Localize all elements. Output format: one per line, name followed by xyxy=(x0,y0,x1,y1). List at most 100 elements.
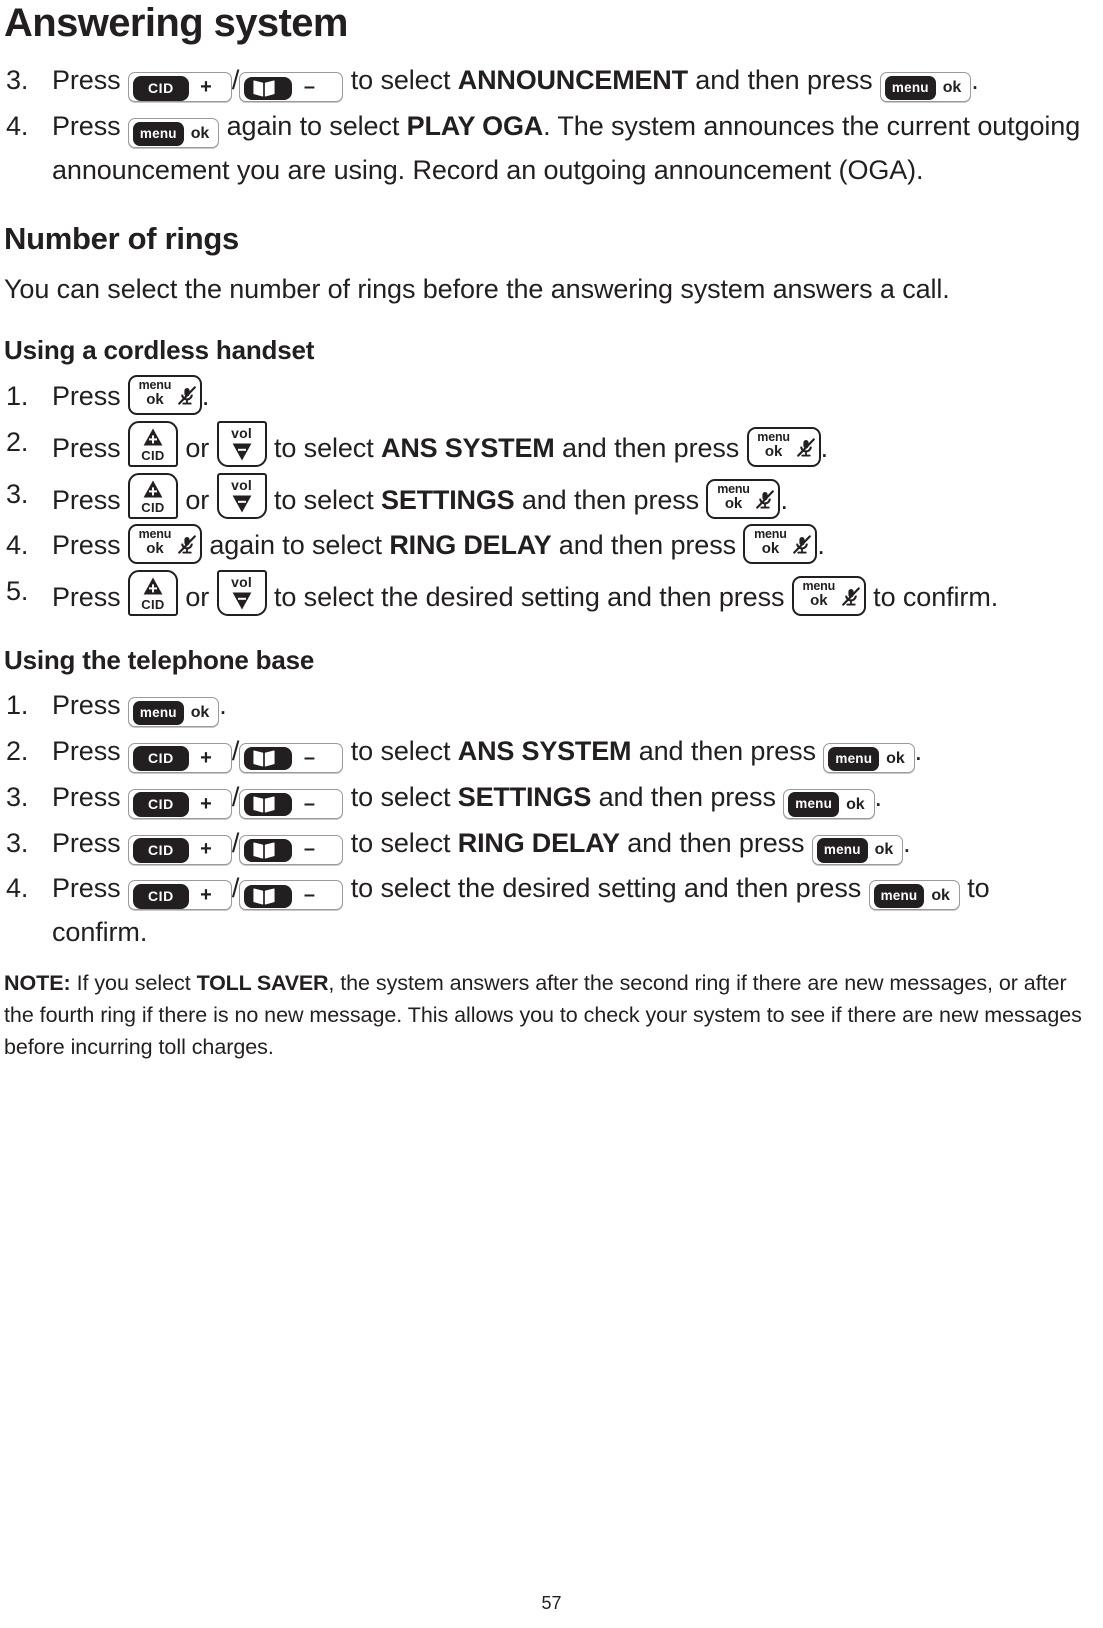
step-text: . xyxy=(914,736,923,767)
mute-icon xyxy=(756,489,775,509)
step-number: 2. xyxy=(6,426,29,457)
handset-menu-ok-mute-key[interactable]: menu ok xyxy=(791,575,866,616)
vol-label: vol xyxy=(231,424,252,441)
step-body: Press menu ok again to select PLAY OGA. T… xyxy=(52,111,1080,185)
step-text: Press xyxy=(52,65,128,96)
handset-vol-down-key[interactable]: vol xyxy=(216,420,267,467)
step-body: Press menu ok. xyxy=(52,375,210,416)
mute-icon xyxy=(841,587,860,606)
minus-sign: – xyxy=(303,76,315,99)
step-text: . xyxy=(817,530,825,561)
instruction-step: 4. Press menu ok again to select RING DELA… xyxy=(4,524,1083,568)
step-text: Press xyxy=(52,110,128,141)
step-text: Press xyxy=(52,381,128,412)
triangle-up-plus-icon xyxy=(143,577,163,595)
ok-label: ok xyxy=(810,592,828,610)
step-text: . xyxy=(903,827,911,858)
step-text: and then press xyxy=(551,530,744,561)
step-number: 3. xyxy=(6,65,29,96)
menu-ok-stack: menu ok xyxy=(711,482,755,512)
step-number: 3. xyxy=(6,478,29,509)
step-number: 2. xyxy=(6,736,29,767)
page-number: 57 xyxy=(541,1593,562,1613)
announcement-steps-list: 3. Press CID + / – to select ANNOUNCEMENT an… xyxy=(4,59,1083,192)
open-book-icon xyxy=(253,888,275,905)
step-text: and then press xyxy=(619,827,812,858)
step-text: to select xyxy=(266,484,382,515)
handset-menu-ok-mute-key[interactable]: menu ok xyxy=(746,426,821,467)
menu-option-name: ANS SYSTEM xyxy=(457,736,632,767)
menu-chip-label: menu xyxy=(884,75,936,101)
step-text: . xyxy=(971,65,979,96)
step-text: to select xyxy=(343,736,458,767)
base-menu-ok-key[interactable]: menu ok xyxy=(823,743,915,774)
step-body: Press CID + / – to select RING DELAY and th… xyxy=(52,827,911,865)
cid-chip-label: CID xyxy=(132,792,189,818)
handset-menu-ok-mute-key[interactable]: menu ok xyxy=(706,478,781,519)
step-text: Press xyxy=(52,484,128,515)
base-directory-down-key[interactable]: – xyxy=(239,788,344,819)
subheading-using-telephone-base: Using the telephone base xyxy=(4,644,315,675)
step-text: Press xyxy=(52,736,128,767)
handset-cid-up-key[interactable]: CID xyxy=(127,472,178,519)
step-number: 4. xyxy=(6,530,29,561)
step-text: Press xyxy=(52,530,128,561)
step-number: 4. xyxy=(6,110,29,141)
base-cid-up-key[interactable]: CID + xyxy=(127,834,232,865)
step-body: Press CID or vol to select the desired s… xyxy=(52,569,998,616)
step-text: again to select xyxy=(219,110,407,141)
base-cid-up-key[interactable]: CID + xyxy=(127,788,232,819)
step-body: Press CID or vol to select SETTINGS and … xyxy=(52,472,788,519)
handset-cid-up-key[interactable]: CID xyxy=(127,569,178,616)
base-cid-up-key[interactable]: CID + xyxy=(127,880,232,911)
menu-option-name: SETTINGS xyxy=(381,484,515,515)
handset-menu-ok-mute-key[interactable]: menu ok xyxy=(743,524,818,565)
base-menu-ok-key[interactable]: menu ok xyxy=(879,72,972,103)
base-menu-ok-key[interactable]: menu ok xyxy=(811,834,904,865)
step-text: and then press xyxy=(591,781,784,812)
triangle-up-plus-icon xyxy=(143,428,163,446)
ok-label: ok xyxy=(942,79,962,97)
handset-menu-ok-mute-key[interactable]: menu ok xyxy=(127,375,202,416)
base-cid-up-key[interactable]: CID + xyxy=(127,743,232,774)
handset-menu-ok-mute-key[interactable]: menu ok xyxy=(127,524,202,565)
base-cid-up-key[interactable]: CID + xyxy=(127,72,232,103)
open-book-icon xyxy=(253,750,275,767)
base-menu-ok-key[interactable]: menu ok xyxy=(127,697,220,728)
cid-chip-label: CID xyxy=(132,746,189,772)
open-book-icon xyxy=(253,80,275,97)
step-text: / xyxy=(231,65,240,96)
base-directory-down-key[interactable]: – xyxy=(239,880,344,911)
step-text: . xyxy=(201,381,210,412)
instruction-step: 5. Press CID or vol to select the desired… xyxy=(4,569,1083,620)
step-text: . xyxy=(874,781,883,812)
base-directory-down-key[interactable]: – xyxy=(239,743,344,774)
cid-label: CID xyxy=(141,499,165,515)
handset-cid-up-key[interactable]: CID xyxy=(127,420,178,467)
handset-vol-down-key[interactable]: vol xyxy=(216,472,267,519)
step-text: again to select xyxy=(201,530,390,561)
step-text: / xyxy=(231,827,240,858)
base-menu-ok-key[interactable]: menu ok xyxy=(127,117,220,148)
ok-label: ok xyxy=(190,124,210,142)
base-directory-down-key[interactable]: – xyxy=(239,834,344,865)
step-text: Press xyxy=(52,873,128,904)
base-menu-ok-key[interactable]: menu ok xyxy=(868,880,960,911)
step-text: / xyxy=(231,873,240,904)
base-directory-down-key[interactable]: – xyxy=(239,72,344,103)
instruction-step: 3. Press CID + / – to select SETTINGS and th… xyxy=(4,776,1083,820)
handset-vol-down-key[interactable]: vol xyxy=(216,569,267,616)
instruction-step: 1. Press menu ok. xyxy=(4,684,1083,728)
step-number: 3. xyxy=(6,827,29,858)
ok-label: ok xyxy=(190,704,210,722)
triangle-down-minus-icon xyxy=(232,495,251,512)
minus-sign: – xyxy=(303,884,315,907)
menu-chip-label: menu xyxy=(828,746,880,772)
section-heading-number-of-rings: Number of rings xyxy=(4,221,239,257)
base-menu-ok-key[interactable]: menu ok xyxy=(783,788,875,819)
directory-chip xyxy=(244,76,293,100)
ok-label: ok xyxy=(886,749,905,767)
ok-label: ok xyxy=(846,795,865,813)
menu-ok-stack: menu ok xyxy=(752,430,796,460)
triangle-down-minus-icon xyxy=(232,592,251,610)
